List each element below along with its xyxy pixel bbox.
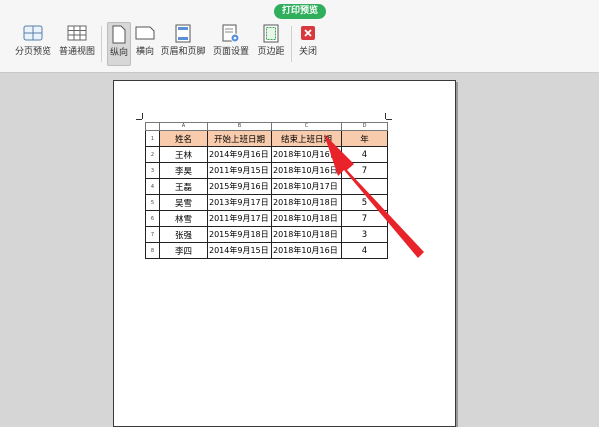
page-setup-icon <box>219 22 243 44</box>
cell-start-date: 2011年9月15日 <box>207 162 272 179</box>
landscape-page-icon <box>133 22 157 44</box>
cell-years: 4 <box>341 146 388 163</box>
header-name: 姓名 <box>159 130 208 147</box>
landscape-label: 横向 <box>135 47 154 57</box>
header-years: 年 <box>341 130 388 147</box>
column-letter: C <box>271 122 342 131</box>
row-number: 1 <box>145 130 160 147</box>
header-footer-label: 页眉和页脚 <box>160 47 206 57</box>
ribbon-divider <box>101 26 102 62</box>
portrait-page-icon <box>107 23 131 45</box>
cell-start-date: 2015年9月16日 <box>207 178 272 195</box>
normal-view-label: 普通视图 <box>58 47 95 57</box>
cell-name: 李昊 <box>159 162 208 179</box>
page-setup-button[interactable]: 页面设置 <box>211 22 251 64</box>
cell-start-date: 2014年9月15日 <box>207 242 272 259</box>
cell-name: 李四 <box>159 242 208 259</box>
row-number: 7 <box>145 226 160 243</box>
cell-end-date: 2018年10月16日 <box>271 242 342 259</box>
cell-end-date: 2018年10月18日 <box>271 210 342 227</box>
table-row: 6 林雪 2011年9月17日 2018年10月18日 7 <box>145 210 388 227</box>
margins-label: 页边距 <box>257 47 285 57</box>
cell-end-date: 2018年10月16日 <box>271 146 342 163</box>
spreadsheet-table: A B C D 1 姓名 开始上班日期 结束上班日期 年 2 王林 2014年9… <box>145 122 388 259</box>
table-row: 7 张强 2015年9月18日 2018年10月18日 3 <box>145 226 388 243</box>
ribbon-divider <box>291 26 292 62</box>
cell-end-date: 2018年10月16日 <box>271 162 342 179</box>
margins-icon <box>259 22 283 44</box>
row-number: 5 <box>145 194 160 211</box>
cell-start-date: 2011年9月17日 <box>207 210 272 227</box>
crop-mark <box>136 119 142 120</box>
normal-view-button[interactable]: 普通视图 <box>58 22 96 64</box>
portrait-label: 纵向 <box>109 48 128 58</box>
header-end-date: 结束上班日期 <box>271 130 342 147</box>
cell-name: 吴雪 <box>159 194 208 211</box>
header-footer-button[interactable]: 页眉和页脚 <box>160 22 206 64</box>
portrait-button[interactable]: 纵向 <box>107 22 131 66</box>
margins-button[interactable]: 页边距 <box>255 22 287 64</box>
page-break-preview-icon <box>21 22 45 44</box>
row-number: 2 <box>145 146 160 163</box>
print-page: A B C D 1 姓名 开始上班日期 结束上班日期 年 2 王林 2014年9… <box>113 80 456 427</box>
corner-cell <box>145 122 160 131</box>
close-preview-button[interactable]: 关闭 <box>297 22 319 64</box>
header-footer-icon <box>171 22 195 44</box>
cell-start-date: 2015年9月18日 <box>207 226 272 243</box>
cell-end-date: 2018年10月18日 <box>271 194 342 211</box>
crop-mark <box>142 113 143 119</box>
cell-end-date: 2018年10月17日 <box>271 178 342 195</box>
column-letter: D <box>341 122 388 131</box>
cell-years <box>341 178 388 195</box>
row-number: 4 <box>145 178 160 195</box>
cell-years: 4 <box>341 242 388 259</box>
cell-name: 张强 <box>159 226 208 243</box>
close-icon <box>296 22 320 44</box>
cell-end-date: 2018年10月18日 <box>271 226 342 243</box>
cell-years: 5 <box>341 194 388 211</box>
cell-start-date: 2013年9月17日 <box>207 194 272 211</box>
column-letter: A <box>159 122 208 131</box>
table-row: 8 李四 2014年9月15日 2018年10月16日 4 <box>145 242 388 259</box>
cell-name: 王磊 <box>159 178 208 195</box>
cell-name: 王林 <box>159 146 208 163</box>
row-number: 3 <box>145 162 160 179</box>
page-break-preview-label: 分页预览 <box>15 47 52 57</box>
close-label: 关闭 <box>298 47 317 57</box>
page-setup-label: 页面设置 <box>212 47 249 57</box>
landscape-button[interactable]: 横向 <box>133 22 157 64</box>
table-header-row: 1 姓名 开始上班日期 结束上班日期 年 <box>145 130 388 147</box>
page-break-preview-button[interactable]: 分页预览 <box>15 22 51 64</box>
column-letter: B <box>207 122 272 131</box>
crop-mark <box>386 119 392 120</box>
row-number: 6 <box>145 210 160 227</box>
cell-start-date: 2014年9月16日 <box>207 146 272 163</box>
header-start-date: 开始上班日期 <box>207 130 272 147</box>
cell-years: 7 <box>341 162 388 179</box>
cell-name: 林雪 <box>159 210 208 227</box>
column-header-row: A B C D <box>145 122 388 131</box>
table-row: 5 吴雪 2013年9月17日 2018年10月18日 5 <box>145 194 388 211</box>
cell-years: 3 <box>341 226 388 243</box>
table-row: 2 王林 2014年9月16日 2018年10月16日 4 <box>145 146 388 163</box>
table-row: 3 李昊 2011年9月15日 2018年10月16日 7 <box>145 162 388 179</box>
normal-view-icon <box>65 22 89 44</box>
row-number: 8 <box>145 242 160 259</box>
table-row: 4 王磊 2015年9月16日 2018年10月17日 <box>145 178 388 195</box>
print-preview-ribbon: 打印预览 分页预览 普通视图 纵向 横向 页眉和页脚 页面设置 页边距 关闭 <box>0 0 599 73</box>
print-preview-tab[interactable]: 打印预览 <box>274 4 326 19</box>
cell-years: 7 <box>341 210 388 227</box>
